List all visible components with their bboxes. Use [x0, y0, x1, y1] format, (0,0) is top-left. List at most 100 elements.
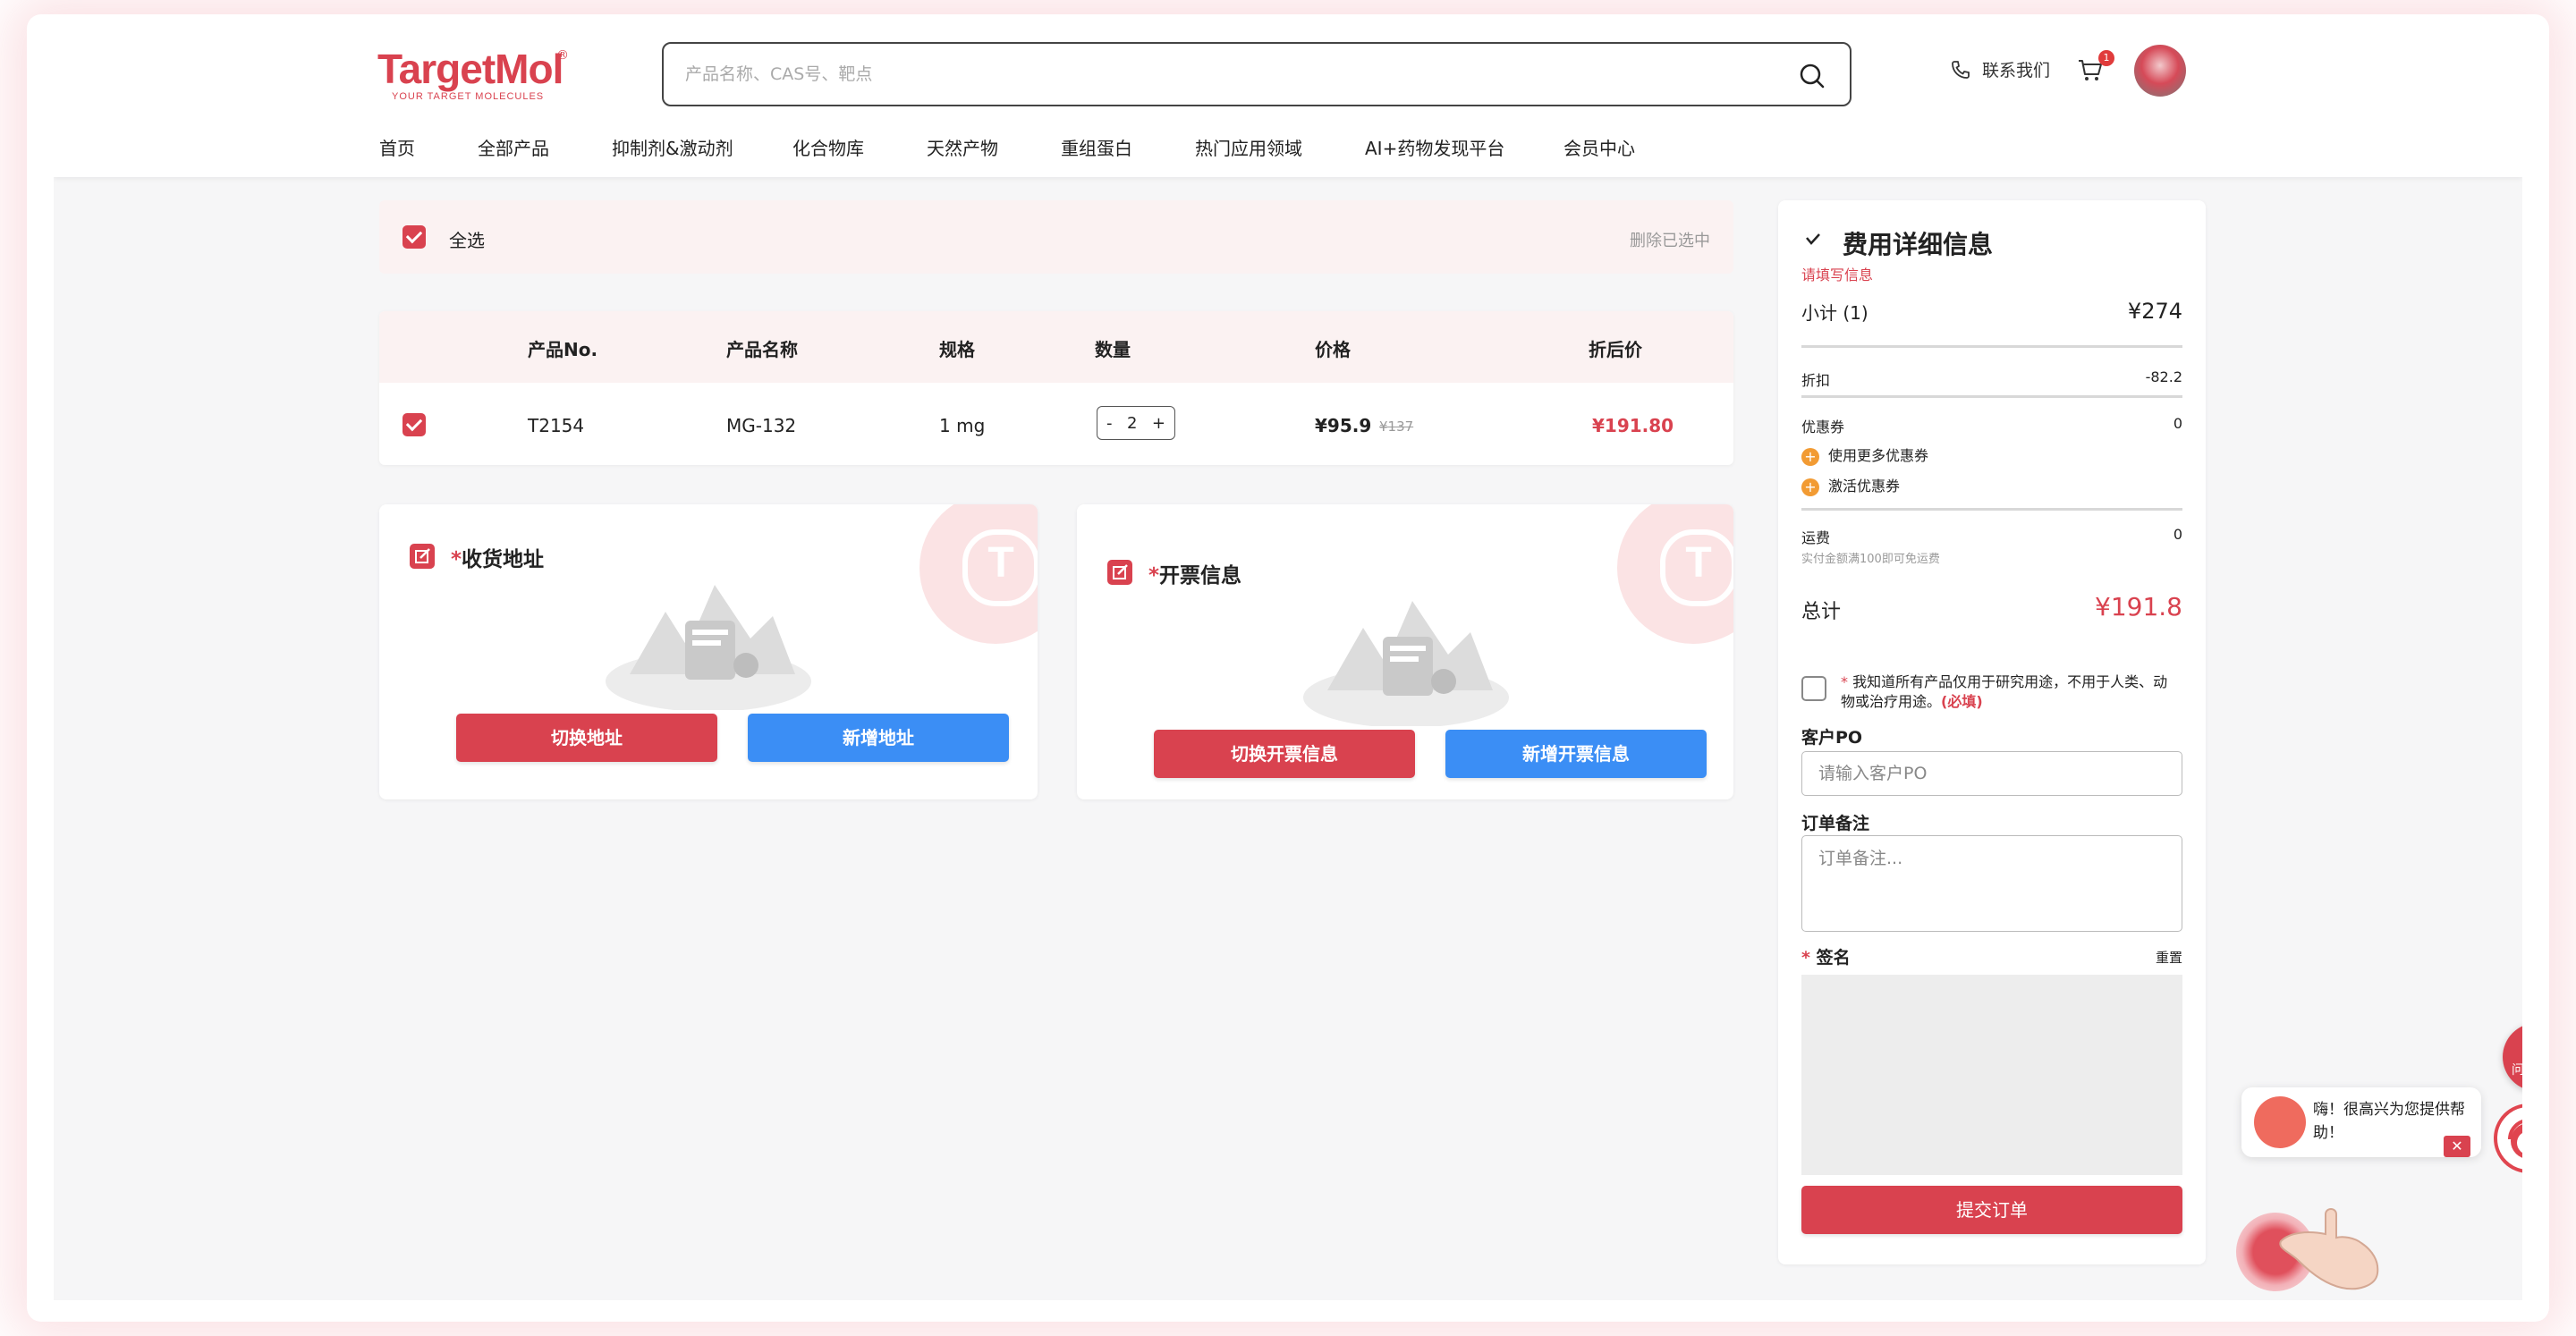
- use-more-coupons-link[interactable]: + 使用更多优惠券: [1801, 444, 1928, 466]
- cart-table: 产品No. 产品名称 规格 数量 价格 折后价 T2154 MG-132 1 m…: [379, 311, 1733, 465]
- mascot-avatar: [2254, 1096, 2306, 1148]
- plus-icon: +: [1801, 478, 1819, 496]
- shipping-fee-value: 0: [2173, 526, 2182, 543]
- targetmol-watermark: [1617, 504, 1733, 644]
- nav-item-compound-library[interactable]: 化合物库: [792, 134, 927, 160]
- quantity-stepper: - 2 +: [1097, 406, 1175, 440]
- activate-coupon-link[interactable]: + 激活优惠券: [1801, 474, 1900, 496]
- select-all-bar: 全选 删除已选中: [379, 200, 1733, 274]
- quantity-value[interactable]: 2: [1127, 414, 1137, 433]
- column-header-discounted-price: 折后价: [1589, 339, 1642, 360]
- product-no[interactable]: T2154: [528, 415, 584, 436]
- contact-us-link[interactable]: 联系我们: [1950, 57, 2050, 81]
- total-value: ¥191.8: [2095, 592, 2182, 621]
- column-header-quantity: 数量: [1095, 339, 1131, 360]
- customer-po-label: 客户PO: [1801, 728, 1863, 748]
- discount-value: -82.2: [2145, 368, 2182, 385]
- table-header: 产品No. 产品名称 规格 数量 价格 折后价: [379, 311, 1733, 383]
- delete-selected-link[interactable]: 删除已选中: [1630, 228, 1710, 251]
- nav-item-inhibitors[interactable]: 抑制剂&激动剂: [612, 134, 792, 160]
- nav-item-applications[interactable]: 热门应用领域: [1195, 134, 1365, 160]
- divider: [1801, 345, 2182, 348]
- coupon-value: 0: [2173, 415, 2182, 432]
- browser-page: TargetMol ® YOUR TARGET MOLECULES 联系我们 1: [54, 34, 2522, 1300]
- select-all-checkbox[interactable]: [402, 225, 426, 249]
- original-price: ¥137: [1379, 419, 1414, 435]
- subtotal-value: ¥274: [2127, 299, 2182, 324]
- registered-mark: ®: [556, 48, 569, 63]
- free-shipping-note: 实付金额满100即可免运费: [1801, 553, 1940, 566]
- nav-item-ai-platform[interactable]: AI+药物发现平台: [1365, 134, 1563, 160]
- unit-price: ¥95.9: [1315, 415, 1372, 436]
- nav-item-member-center[interactable]: 会员中心: [1563, 134, 1698, 160]
- column-header-product-name: 产品名称: [726, 339, 798, 360]
- shipping-address-title: *收货地址: [451, 548, 545, 571]
- signature-label: * 签名: [1801, 948, 1851, 968]
- targetmol-logo[interactable]: TargetMol ® YOUR TARGET MOLECULES: [377, 45, 569, 102]
- cart-button[interactable]: 1: [2077, 50, 2114, 88]
- search-box: [662, 42, 1852, 106]
- invoice-info-title: *开票信息: [1148, 564, 1242, 588]
- add-invoice-button[interactable]: 新增开票信息: [1445, 730, 1707, 778]
- total-label: 总计: [1801, 601, 1842, 623]
- summary-title: 费用详细信息: [1843, 230, 1994, 259]
- divider: [1801, 508, 2182, 511]
- chat-icon: [2521, 1032, 2522, 1057]
- product-size: 1 mg: [939, 415, 986, 436]
- close-icon[interactable]: ✕: [2444, 1136, 2470, 1157]
- plus-icon: +: [1801, 447, 1819, 466]
- headset-icon: [2508, 1120, 2522, 1158]
- nav-item-home[interactable]: 首页: [379, 134, 478, 160]
- discounted-price: ¥191.80: [1592, 415, 1674, 436]
- fill-info-notice: 请填写信息: [1801, 266, 1874, 283]
- empty-state-illustration: [1303, 601, 1509, 726]
- increment-button[interactable]: +: [1152, 414, 1165, 433]
- column-header-price: 价格: [1315, 339, 1351, 360]
- signature-pad[interactable]: [1801, 975, 2182, 1175]
- empty-state-illustration: [606, 585, 811, 710]
- customer-service-button[interactable]: [2494, 1103, 2522, 1173]
- column-header-size: 规格: [939, 339, 975, 360]
- nav-item-all-products[interactable]: 全部产品: [478, 134, 612, 160]
- site-header: TargetMol ® YOUR TARGET MOLECULES 联系我们 1: [54, 34, 2522, 177]
- contact-us-label: 联系我们: [1982, 61, 2051, 80]
- shipping-address-card: *收货地址 切换地址 新增地址: [379, 504, 1038, 799]
- customer-po-input[interactable]: [1801, 751, 2182, 796]
- coupon-label: 优惠券: [1801, 419, 1845, 435]
- survey-label: 问卷调研: [2512, 1063, 2522, 1078]
- column-header-product-no: 产品No.: [528, 339, 598, 360]
- shipping-fee-label: 运费: [1801, 529, 1831, 546]
- targetmol-watermark: [919, 504, 1038, 644]
- decrement-button[interactable]: -: [1106, 414, 1113, 433]
- user-avatar[interactable]: [2134, 45, 2186, 97]
- divider: [1801, 395, 2182, 398]
- nav-item-natural-products[interactable]: 天然产物: [927, 134, 1061, 160]
- row-checkbox[interactable]: [402, 413, 426, 436]
- logo-text: TargetMol: [377, 46, 564, 92]
- pointing-hand-icon: [2279, 1208, 2379, 1290]
- nav-item-recombinant-proteins[interactable]: 重组蛋白: [1061, 134, 1195, 160]
- switch-address-button[interactable]: 切换地址: [456, 714, 717, 762]
- order-remark-label: 订单备注: [1801, 814, 1870, 833]
- select-all-label: 全选: [449, 230, 485, 251]
- agreement-checkbox[interactable]: [1801, 676, 1826, 701]
- order-remark-textarea[interactable]: [1801, 835, 2182, 932]
- agreement-text: * 我知道所有产品仅用于研究用途，不用于人类、动物或治疗用途。(必填): [1841, 673, 2168, 710]
- search-icon[interactable]: [1798, 62, 1826, 90]
- add-address-button[interactable]: 新增地址: [748, 714, 1009, 762]
- subtotal-label: 小计 (1): [1801, 302, 1868, 324]
- main-nav: 首页 全部产品 抑制剂&激动剂 化合物库 天然产物 重组蛋白 热门应用领域 AI…: [379, 134, 1698, 160]
- cost-summary-panel: 费用详细信息 请填写信息 小计 (1) ¥274 折扣 -82.2 优惠券 0 …: [1778, 200, 2206, 1264]
- switch-invoice-button[interactable]: 切换开票信息: [1154, 730, 1415, 778]
- edit-icon: [1107, 560, 1132, 585]
- submit-order-button[interactable]: 提交订单: [1801, 1186, 2182, 1234]
- search-input[interactable]: [685, 60, 1758, 89]
- invoice-info-card: *开票信息 切换开票信息 新增开票信息: [1077, 504, 1733, 799]
- cart-count-badge: 1: [2098, 50, 2114, 66]
- product-name[interactable]: MG-132: [726, 415, 796, 436]
- reset-signature-link[interactable]: 重置: [2156, 948, 2182, 967]
- edit-icon: [410, 544, 435, 569]
- chevron-down-icon[interactable]: [1803, 231, 1823, 250]
- survey-button[interactable]: 问卷调研: [2503, 1023, 2522, 1091]
- discount-label: 折扣: [1801, 372, 1831, 389]
